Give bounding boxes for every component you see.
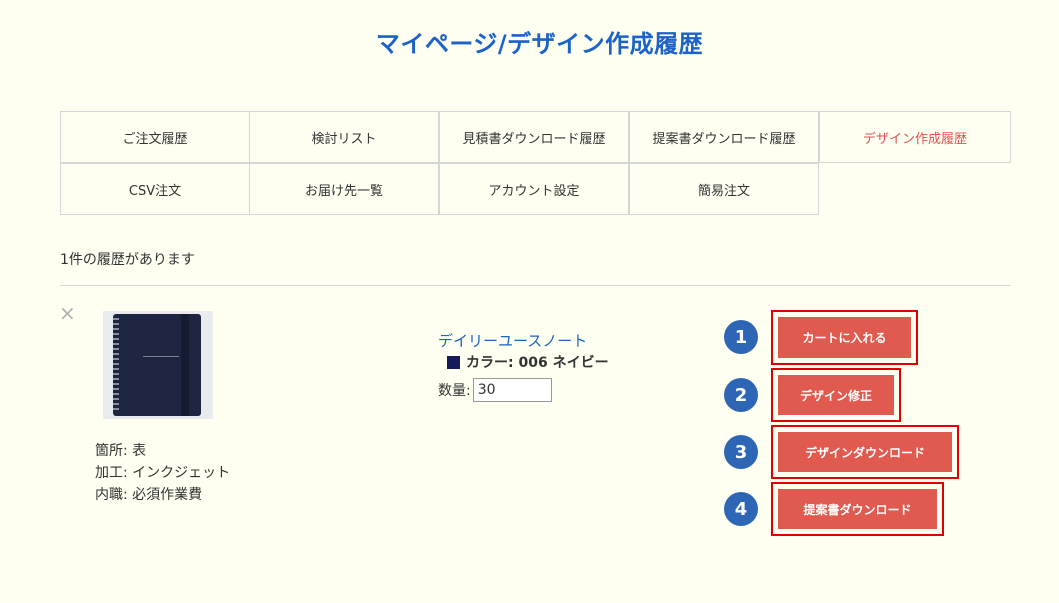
step-badge-4: 4: [724, 492, 758, 526]
tab-wishlist[interactable]: 検討リスト: [249, 111, 439, 163]
quantity-input[interactable]: [472, 378, 552, 402]
quantity-row: 数量:: [438, 378, 552, 402]
notebook-spiral: [113, 318, 119, 412]
notebook-image: [113, 314, 201, 416]
add-to-cart-button[interactable]: カートに入れる: [778, 317, 911, 358]
download-design-button[interactable]: デザインダウンロード: [778, 432, 952, 472]
notebook-line: [143, 356, 179, 357]
step-badge-2: 2: [724, 378, 758, 412]
highlight-box-1: カートに入れる: [771, 310, 918, 365]
item-meta: 箇所: 表 加工: インクジェット 内職: 必須作業費: [95, 440, 230, 506]
tab-delivery-addresses[interactable]: お届け先一覧: [249, 163, 439, 215]
product-name-link[interactable]: デイリーユースノート: [438, 330, 587, 351]
divider: [60, 285, 1011, 286]
product-image[interactable]: [103, 311, 213, 419]
color-swatch: [447, 355, 460, 369]
tab-proposal-download-history[interactable]: 提案書ダウンロード履歴: [629, 111, 819, 163]
highlight-box-3: デザインダウンロード: [771, 425, 959, 479]
history-count: 1件の履歴があります: [60, 252, 195, 268]
meta-location: 箇所: 表: [95, 443, 147, 459]
page-title: マイページ/デザイン作成履歴: [375, 30, 704, 58]
remove-item-button[interactable]: ×: [59, 303, 76, 323]
notebook-band: [181, 314, 189, 416]
tab-design-history[interactable]: デザイン作成履歴: [819, 111, 1011, 163]
tab-quick-order[interactable]: 簡易注文: [629, 163, 819, 215]
color-label: カラー: 006 ネイビー: [466, 355, 609, 371]
tab-order-history[interactable]: ご注文履歴: [60, 111, 250, 163]
tab-account-settings[interactable]: アカウント設定: [439, 163, 629, 215]
color-row: カラー: 006 ネイビー: [447, 352, 609, 372]
highlight-box-2: デザイン修正: [771, 368, 901, 422]
edit-design-button[interactable]: デザイン修正: [778, 375, 894, 415]
meta-labor: 内職: 必須作業費: [95, 487, 203, 503]
highlight-box-4: 提案書ダウンロード: [771, 482, 944, 536]
step-badge-3: 3: [724, 435, 758, 469]
step-badge-1: 1: [724, 320, 758, 354]
meta-processing: 加工: インクジェット: [95, 465, 231, 481]
quantity-label: 数量:: [438, 383, 471, 399]
mypage-tabs: ご注文履歴 検討リスト 見積書ダウンロード履歴 提案書ダウンロード履歴 デザイン…: [60, 111, 1011, 216]
tab-csv-order[interactable]: CSV注文: [60, 163, 250, 215]
tab-estimate-download-history[interactable]: 見積書ダウンロード履歴: [439, 111, 629, 163]
download-proposal-button[interactable]: 提案書ダウンロード: [778, 489, 937, 529]
